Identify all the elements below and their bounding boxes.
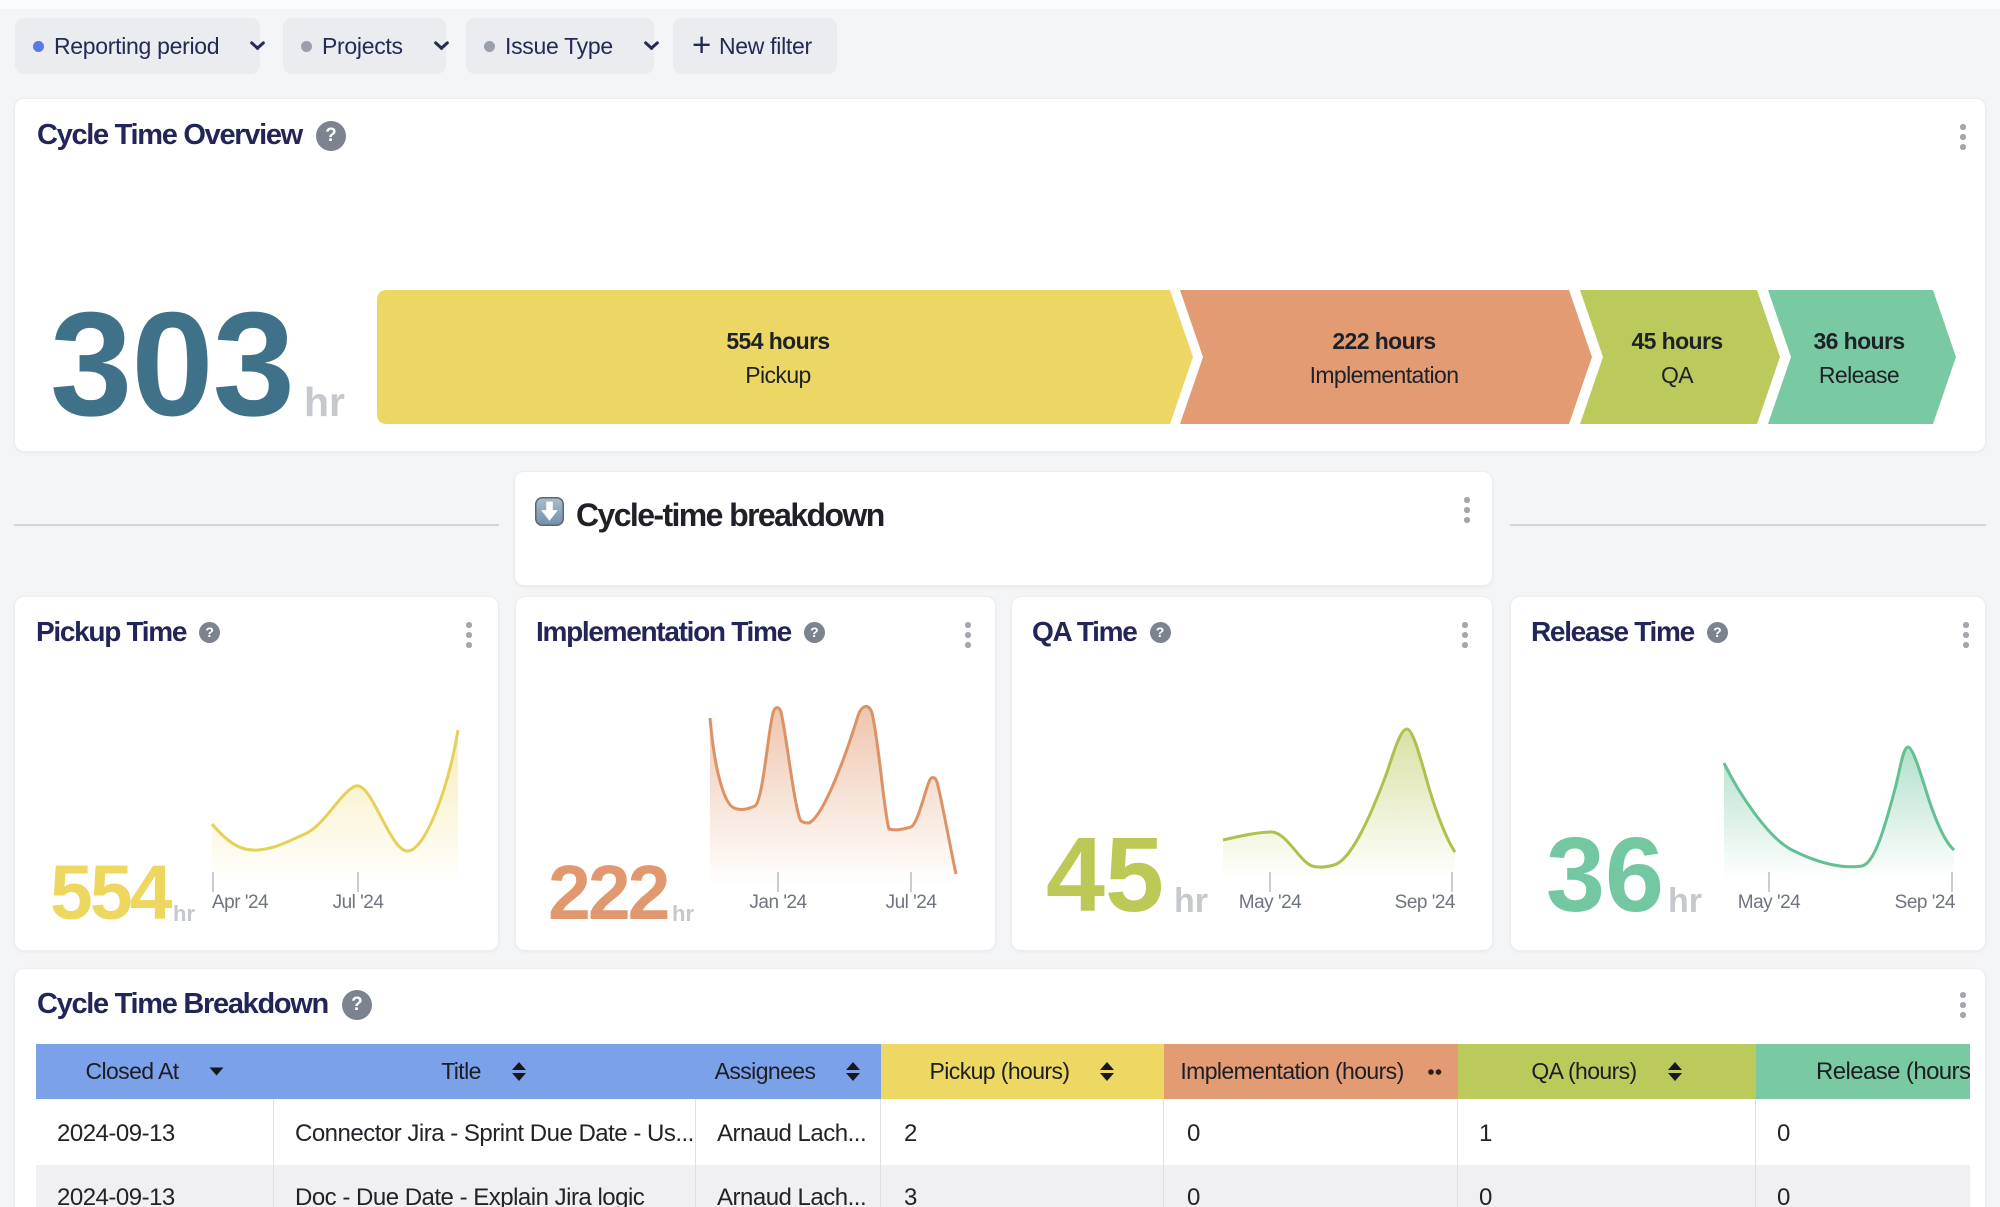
svg-text:May '24: May '24 xyxy=(1239,892,1302,913)
svg-text:Jul '24: Jul '24 xyxy=(886,892,938,913)
svg-text:554 hours: 554 hours xyxy=(726,328,829,354)
svg-text:Jan '24: Jan '24 xyxy=(749,892,807,913)
svg-text:QA: QA xyxy=(1661,362,1694,388)
svg-text:Jul '24: Jul '24 xyxy=(333,892,385,913)
svg-text:Pickup: Pickup xyxy=(745,362,810,388)
svg-text:36 hours: 36 hours xyxy=(1813,328,1904,354)
svg-text:Sep '24: Sep '24 xyxy=(1395,892,1456,913)
svg-text:Release: Release xyxy=(1819,362,1899,388)
svg-text:Implementation: Implementation xyxy=(1310,362,1459,388)
svg-text:Sep '24: Sep '24 xyxy=(1895,892,1956,913)
svg-text:45 hours: 45 hours xyxy=(1631,328,1722,354)
svg-text:May '24: May '24 xyxy=(1738,892,1801,913)
svg-text:222 hours: 222 hours xyxy=(1332,328,1435,354)
svg-text:Apr '24: Apr '24 xyxy=(212,892,269,913)
